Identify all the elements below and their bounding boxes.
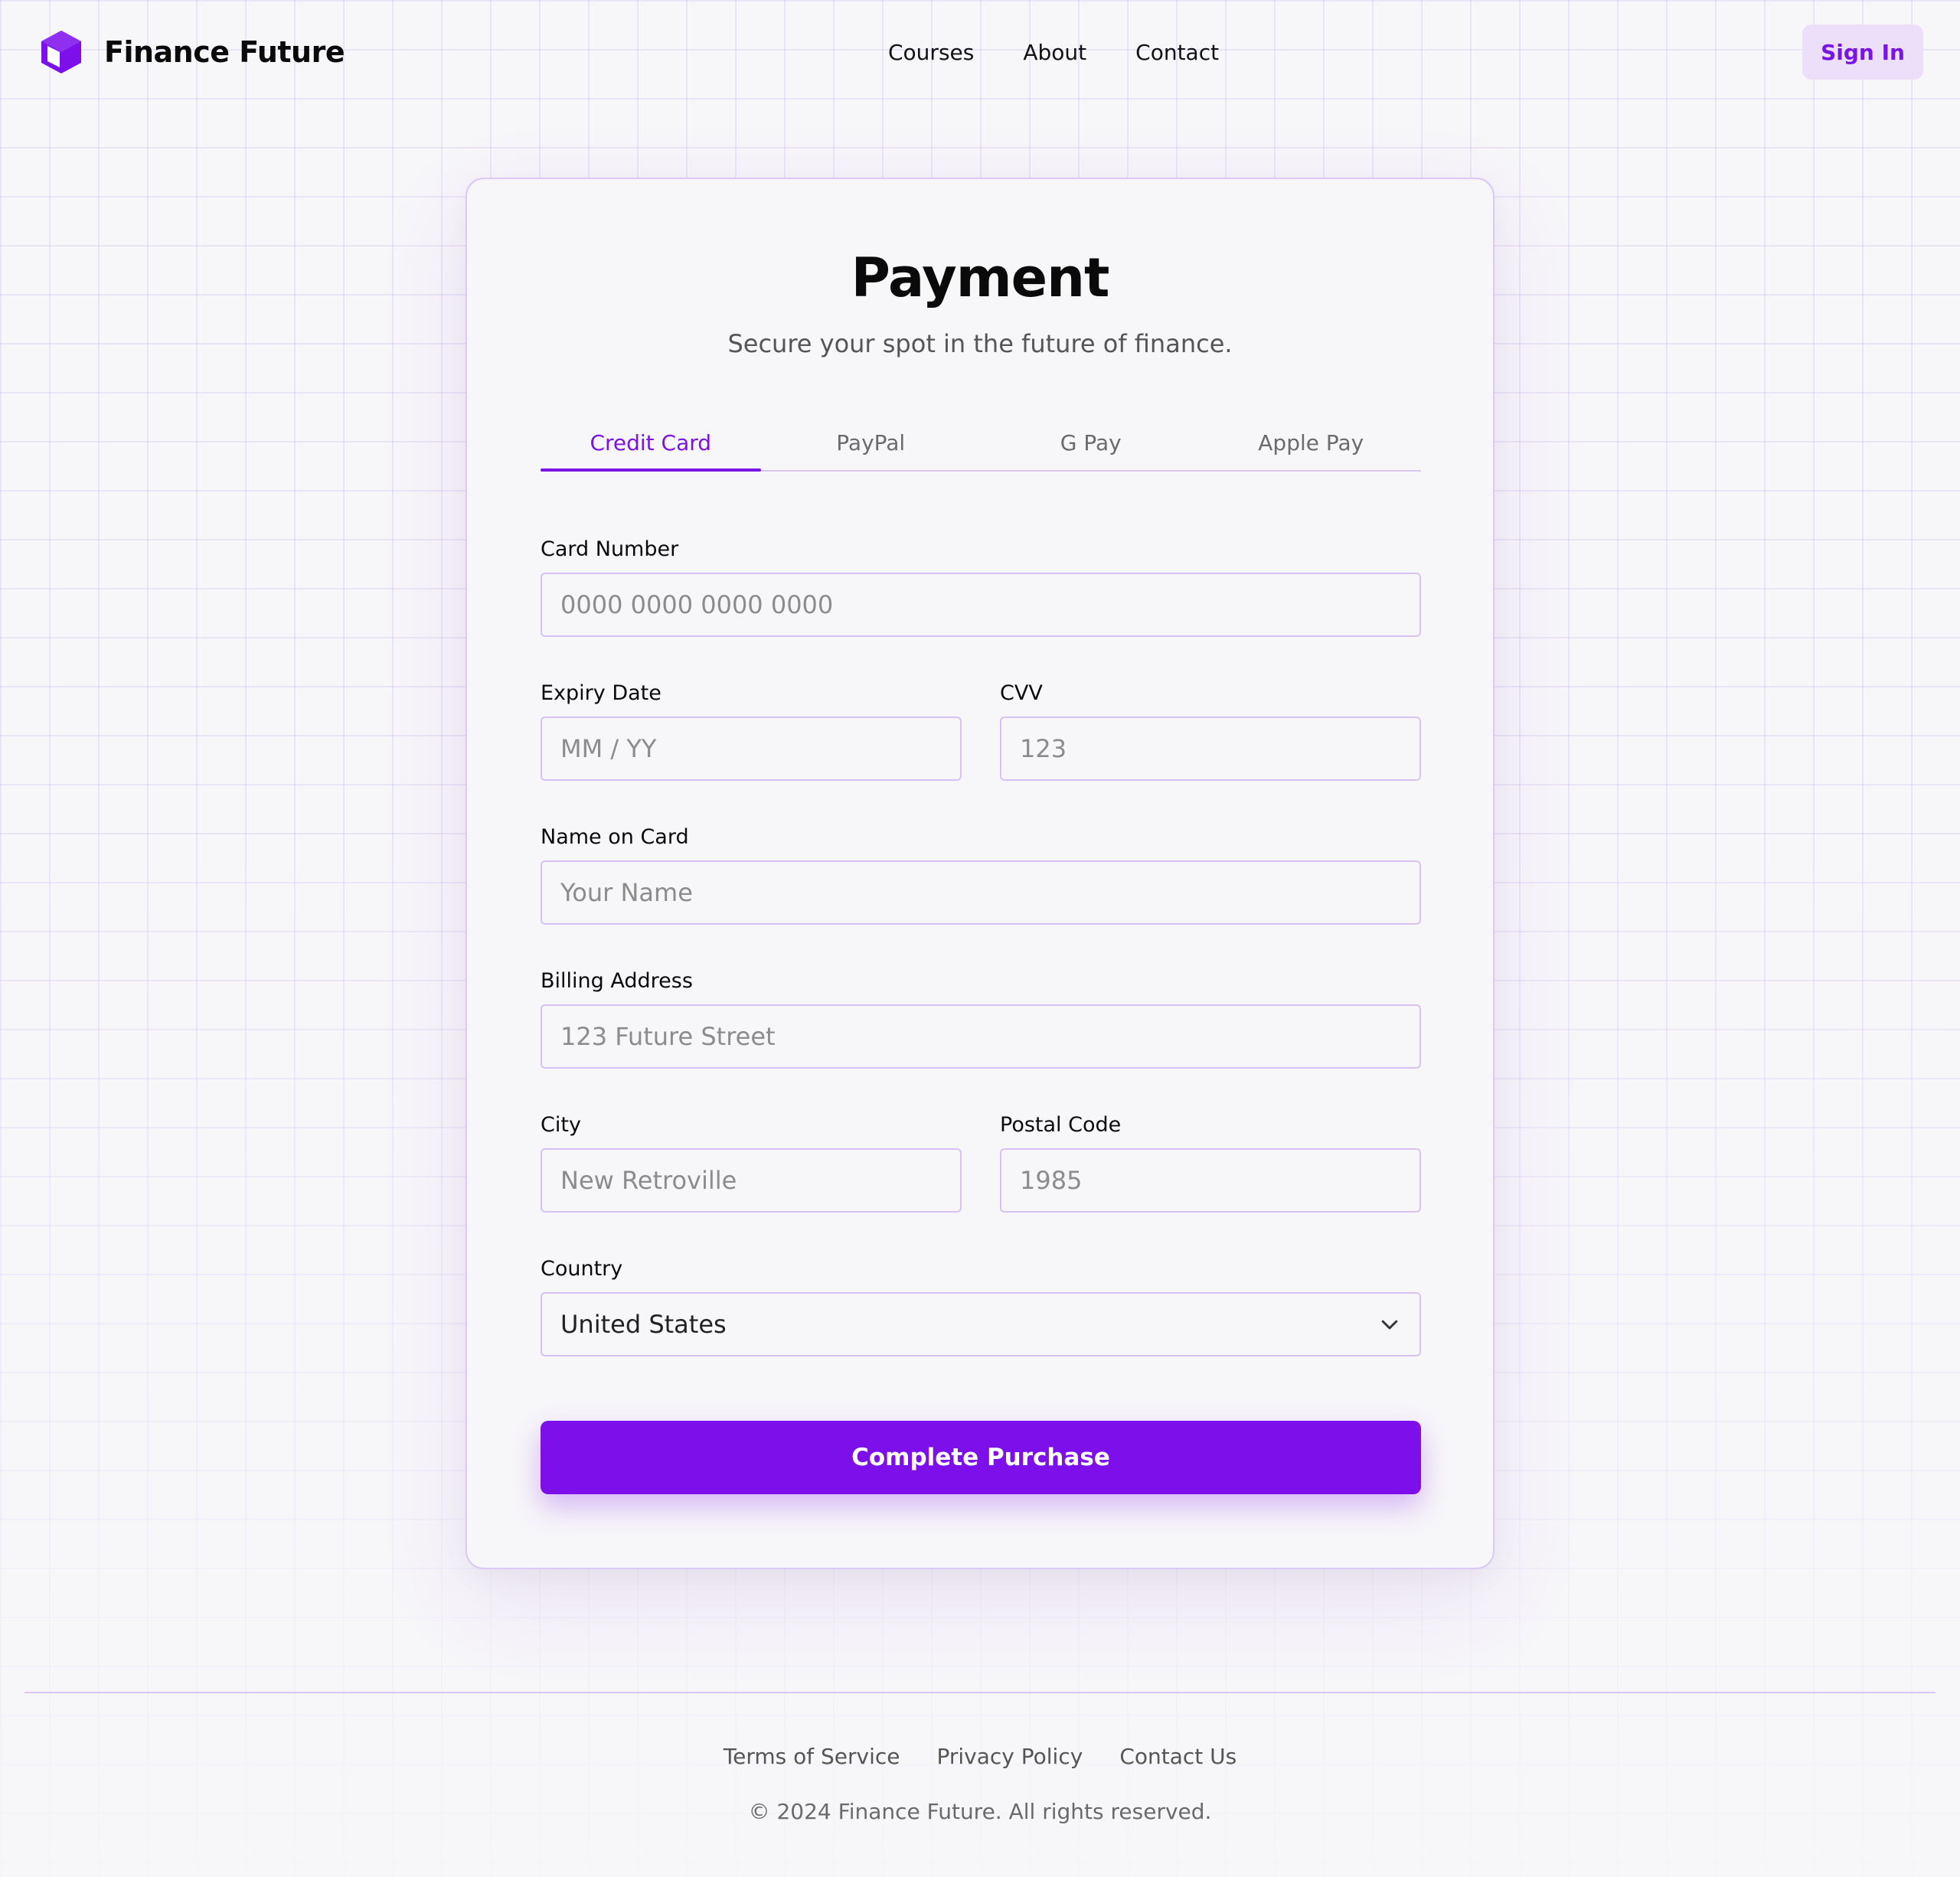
cvv-input[interactable] — [1000, 717, 1421, 781]
footer-link-terms[interactable]: Terms of Service — [724, 1744, 900, 1769]
country-selected-value: United States — [560, 1310, 727, 1339]
billing-address-label: Billing Address — [541, 969, 693, 993]
nav-contact[interactable]: Contact — [1135, 40, 1219, 65]
page-subtitle: Secure your spot in the future of financ… — [727, 329, 1233, 358]
footer-divider — [24, 1692, 1936, 1693]
city-group: City — [541, 1113, 962, 1213]
top-navigation-bar: Finance Future Courses About Contact Sig… — [0, 0, 1960, 104]
city-input[interactable] — [541, 1148, 962, 1213]
billing-address-group: Billing Address — [541, 969, 1421, 1069]
card-number-input[interactable] — [541, 573, 1421, 637]
expiry-date-input[interactable] — [541, 717, 962, 781]
city-label: City — [541, 1113, 581, 1137]
tab-apple-pay[interactable]: Apple Pay — [1201, 409, 1422, 470]
tab-g-pay[interactable]: G Pay — [981, 409, 1201, 470]
name-on-card-label: Name on Card — [541, 825, 689, 849]
name-on-card-input[interactable] — [541, 860, 1421, 925]
country-group: Country United States — [541, 1257, 1421, 1356]
brand[interactable]: Finance Future — [38, 28, 345, 77]
page-title: Payment — [851, 246, 1110, 309]
brand-name: Finance Future — [104, 35, 345, 69]
sign-in-button[interactable]: Sign In — [1802, 24, 1923, 80]
cube-logo-icon — [41, 31, 81, 73]
postal-code-input[interactable] — [1000, 1148, 1421, 1213]
main-nav: Courses About Contact — [888, 34, 1219, 70]
country-label: Country — [541, 1257, 623, 1281]
expiry-date-group: Expiry Date — [541, 681, 962, 781]
billing-address-input[interactable] — [541, 1004, 1421, 1069]
tab-credit-card[interactable]: Credit Card — [541, 409, 761, 472]
cvv-group: CVV — [1000, 681, 1421, 781]
complete-purchase-button[interactable]: Complete Purchase — [541, 1421, 1421, 1494]
cvv-label: CVV — [1000, 681, 1043, 705]
payment-card: Payment Secure your spot in the future o… — [466, 178, 1494, 1569]
name-on-card-group: Name on Card — [541, 825, 1421, 925]
nav-about[interactable]: About — [1023, 40, 1086, 65]
card-number-label: Card Number — [541, 537, 679, 561]
footer-links: Terms of Service Privacy Policy Contact … — [0, 1744, 1960, 1769]
tab-paypal[interactable]: PayPal — [761, 409, 982, 470]
footer-link-privacy[interactable]: Privacy Policy — [936, 1744, 1083, 1769]
country-select[interactable]: United States — [541, 1292, 1421, 1356]
card-number-group: Card Number — [541, 537, 1421, 637]
chevron-down-icon — [1381, 1320, 1398, 1330]
payment-method-tabs: Credit Card PayPal G Pay Apple Pay — [541, 409, 1421, 472]
footer-link-contact[interactable]: Contact Us — [1119, 1744, 1236, 1769]
nav-courses[interactable]: Courses — [888, 40, 974, 65]
postal-code-group: Postal Code — [1000, 1113, 1421, 1213]
expiry-date-label: Expiry Date — [541, 681, 662, 705]
copyright-text: © 2024 Finance Future. All rights reserv… — [748, 1799, 1212, 1824]
postal-code-label: Postal Code — [1000, 1113, 1122, 1137]
